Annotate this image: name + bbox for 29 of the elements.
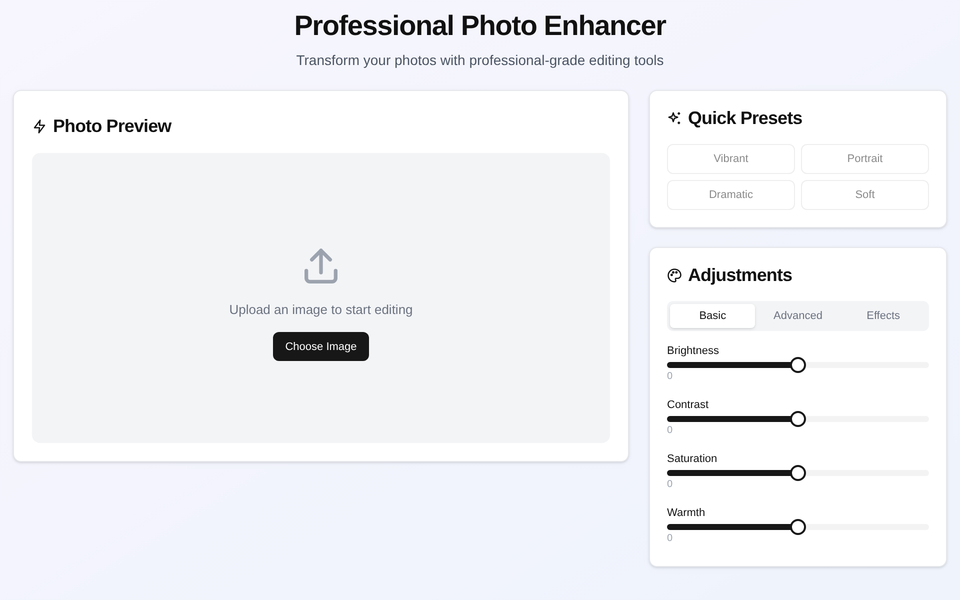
upload-prompt: Upload an image to start editing — [229, 300, 413, 319]
sparkles-icon — [667, 110, 682, 126]
choose-image-button[interactable]: Choose Image — [273, 332, 369, 362]
slider-track[interactable] — [667, 357, 929, 373]
slider-value: 0 — [667, 425, 674, 437]
slider-label: Contrast — [667, 399, 710, 412]
palette-icon — [667, 268, 682, 282]
slider-value: 0 — [667, 479, 674, 491]
tab[interactable]: Effects — [840, 304, 926, 328]
slider-track[interactable] — [667, 465, 929, 481]
lightning-icon — [32, 118, 47, 134]
tab[interactable]: Advanced — [755, 304, 841, 328]
slider-label: Brightness — [667, 345, 720, 358]
slider-thumb[interactable] — [790, 357, 806, 373]
tab[interactable]: Basic — [670, 304, 756, 328]
card-title: Photo Preview — [53, 114, 172, 138]
page-subtitle: Transform your photos with professional-grade editing tools — [296, 51, 664, 70]
card-title: Adjustments — [688, 264, 792, 287]
page-title: Professional Photo Enhancer — [294, 9, 666, 43]
slider-thumb[interactable] — [790, 519, 806, 535]
slider-value: 0 — [667, 533, 674, 545]
slider-thumb[interactable] — [790, 411, 806, 427]
slider-value: 0 — [667, 371, 674, 383]
slider-track[interactable] — [667, 519, 929, 535]
slider-label: Warmth — [667, 507, 706, 520]
slider-track[interactable] — [667, 411, 929, 427]
card-title: Quick Presets — [688, 106, 802, 130]
slider-label: Saturation — [667, 453, 718, 466]
slider-thumb[interactable] — [790, 465, 806, 481]
